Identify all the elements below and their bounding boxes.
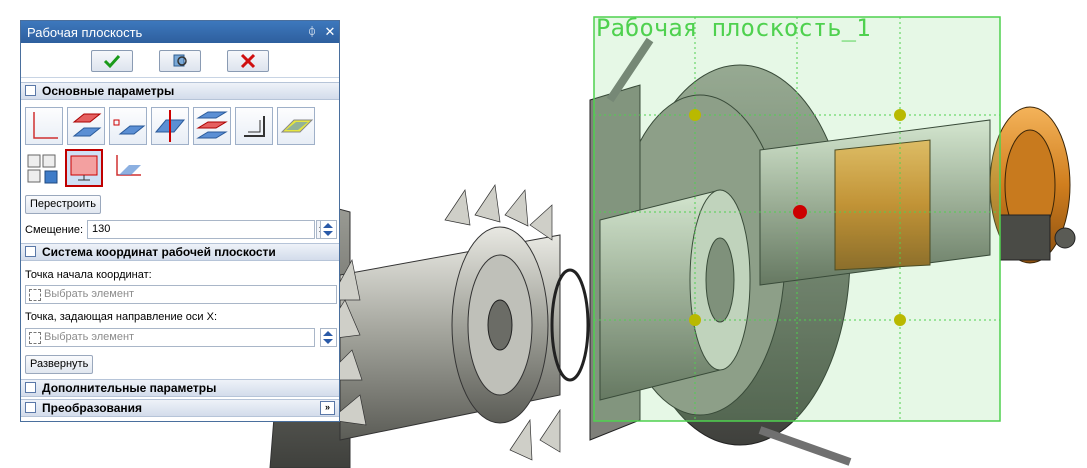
offset-input[interactable]: 130 — [87, 220, 315, 239]
more-icon[interactable]: » — [320, 401, 335, 415]
plane-origin-point[interactable] — [793, 205, 807, 219]
section-main-params[interactable]: Основные параметры — [21, 82, 339, 100]
pin-icon[interactable]: ᛰ — [305, 24, 319, 39]
dialog-titlebar[interactable]: Рабочая плоскость ᛰ ✕ — [21, 21, 339, 43]
plane-by-axes-tile[interactable] — [25, 107, 63, 145]
section-coordinate-system[interactable]: Система координат рабочей плоскости — [21, 243, 339, 261]
checkmark-icon — [103, 54, 121, 69]
view-planes-tile[interactable] — [25, 149, 63, 187]
expand-icon[interactable] — [25, 402, 36, 413]
collapse-icon[interactable] — [25, 246, 36, 257]
section-additional-params[interactable]: Дополнительные параметры — [21, 379, 339, 397]
flip-direction-icon — [323, 331, 333, 344]
collapse-icon[interactable] — [25, 85, 36, 96]
reverse-direction-button[interactable] — [320, 220, 337, 239]
ok-button[interactable] — [91, 50, 133, 72]
x-axis-reverse-button[interactable] — [320, 328, 337, 347]
offset-plane-icon — [72, 113, 102, 137]
plane-handle[interactable] — [894, 109, 906, 121]
screen-plane-tile[interactable] — [65, 149, 103, 187]
dialog-title: Рабочая плоскость — [27, 25, 143, 40]
expand-button[interactable]: Развернуть — [25, 355, 93, 374]
expand-icon[interactable] — [25, 382, 36, 393]
section-transforms[interactable]: Преобразования » — [21, 399, 339, 417]
x-axis-select-field[interactable]: Выбрать элемент — [25, 328, 315, 347]
angle-plane-icon — [244, 116, 265, 137]
mid-plane-tile[interactable] — [193, 107, 231, 145]
origin-select-field[interactable]: Выбрать элемент — [25, 285, 337, 304]
select-element-icon — [29, 332, 41, 344]
view-cube-icon — [27, 154, 58, 184]
working-plane-dialog: Рабочая плоскость ᛰ ✕ Основные параметры — [20, 20, 340, 422]
cancel-button[interactable] — [227, 50, 269, 72]
angle-plane-tile[interactable] — [235, 107, 273, 145]
rebuild-button[interactable]: Перестроить — [25, 195, 101, 214]
origin-label: Точка начала координат: — [25, 269, 152, 281]
screen-plane-icon — [70, 155, 98, 181]
action-bar — [21, 43, 339, 78]
preview-icon — [173, 54, 187, 67]
axes-icon — [33, 112, 58, 139]
point-plane-icon — [113, 119, 146, 135]
coordinate-system-icon — [116, 155, 141, 176]
plane-handle[interactable] — [894, 314, 906, 326]
tangent-plane-tile[interactable] — [277, 107, 315, 145]
perpendicular-plane-icon — [154, 110, 186, 142]
preview-button[interactable] — [159, 50, 201, 72]
plane-handle[interactable] — [689, 109, 701, 121]
cancel-icon — [240, 53, 256, 69]
offset-label: Смещение: — [25, 224, 84, 236]
select-element-icon — [29, 289, 41, 301]
close-icon[interactable]: ✕ — [323, 24, 337, 39]
flip-direction-icon — [323, 223, 333, 236]
offset-plane-tile[interactable] — [67, 107, 105, 145]
plane-through-point-tile[interactable] — [109, 107, 147, 145]
x-axis-label: Точка, задающая направление оси X: — [25, 311, 217, 323]
plane-name-label: Рабочая плоскость_1 — [596, 14, 871, 42]
perpendicular-plane-tile[interactable] — [151, 107, 189, 145]
coordinate-plane-tile[interactable] — [109, 149, 147, 187]
mid-plane-icon — [196, 111, 228, 139]
plane-handle[interactable] — [689, 314, 701, 326]
tangent-plane-icon — [280, 119, 314, 133]
